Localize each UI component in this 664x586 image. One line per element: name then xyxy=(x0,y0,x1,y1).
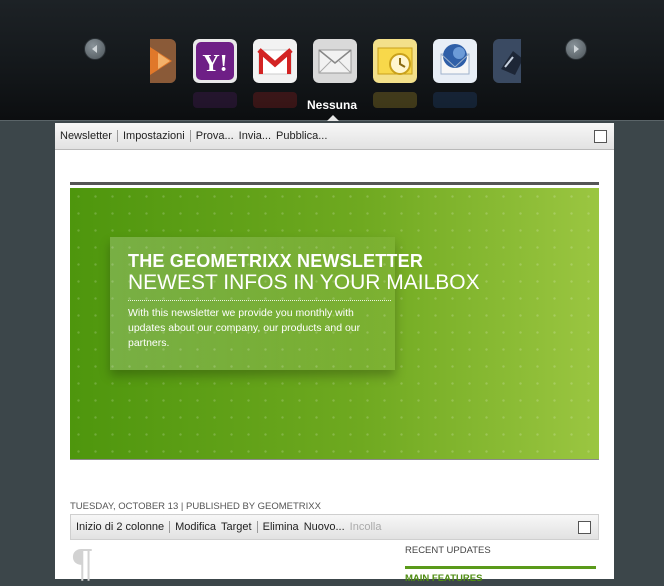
hero-divider xyxy=(128,300,391,301)
publish-meta: TUESDAY, OCTOBER 13 | PUBLISHED BY GEOME… xyxy=(70,501,321,512)
carousel-next-arrow-icon[interactable] xyxy=(565,38,587,60)
recent-updates-rule xyxy=(405,566,596,569)
target-button[interactable]: Target xyxy=(221,521,257,533)
newsletter-intro: With this newsletter we provide you mont… xyxy=(128,307,361,349)
newsletter-page: THE GEOMETRIXX NEWSLETTER NEWEST INFOS I… xyxy=(55,150,614,584)
gmail-icon[interactable] xyxy=(253,39,297,83)
inizio-colonne-button[interactable]: Inizio di 2 colonne xyxy=(71,521,169,533)
invia-button[interactable]: Invia... xyxy=(239,130,276,142)
header-rule xyxy=(70,182,599,185)
incolla-button[interactable]: Incolla xyxy=(350,521,387,533)
toolbar-checkbox[interactable] xyxy=(594,130,607,143)
paragraph-placeholder-icon[interactable]: ¶ xyxy=(70,544,94,584)
thunderbird-icon[interactable] xyxy=(433,39,477,83)
carousel-prev-arrow-icon[interactable] xyxy=(84,38,106,60)
svg-text:Y!: Y! xyxy=(202,51,227,77)
email-client-carousel: Y! Nessuna xyxy=(0,0,664,121)
newsletter-title: THE GEOMETRIXX NEWSLETTER xyxy=(128,251,424,271)
column-toolbar: Inizio di 2 colonne Modifica Target Elim… xyxy=(70,514,599,540)
hero-bottom-rule xyxy=(70,459,599,460)
modifica-button[interactable]: Modifica xyxy=(170,521,221,533)
outlook-icon[interactable] xyxy=(373,39,417,83)
column-toolbar-checkbox[interactable] xyxy=(578,521,591,534)
firefox-mail-icon[interactable] xyxy=(150,39,176,83)
newsletter-hero-banner: THE GEOMETRIXX NEWSLETTER NEWEST INFOS I… xyxy=(70,188,599,459)
newsletter-button[interactable]: Newsletter xyxy=(55,130,117,142)
elimina-button[interactable]: Elimina xyxy=(258,521,304,533)
selected-client-label: Nessuna xyxy=(306,98,358,112)
generic-mail-icon[interactable] xyxy=(313,39,357,83)
recent-updates-heading: RECENT UPDATES xyxy=(405,545,491,556)
impostazioni-button[interactable]: Impostazioni xyxy=(118,130,190,142)
pubblica-button[interactable]: Pubblica... xyxy=(276,130,332,142)
blackberry-icon[interactable] xyxy=(493,39,521,83)
newsletter-subtitle: NEWEST INFOS IN YOUR MAILBOX xyxy=(128,271,480,294)
selection-pointer-icon xyxy=(327,115,339,121)
newsletter-toolbar: Newsletter Impostazioni Prova... Invia..… xyxy=(55,123,614,150)
yahoo-mail-icon[interactable]: Y! xyxy=(193,39,237,83)
prova-button[interactable]: Prova... xyxy=(191,130,239,142)
nuovo-button[interactable]: Nuovo... xyxy=(304,521,350,533)
